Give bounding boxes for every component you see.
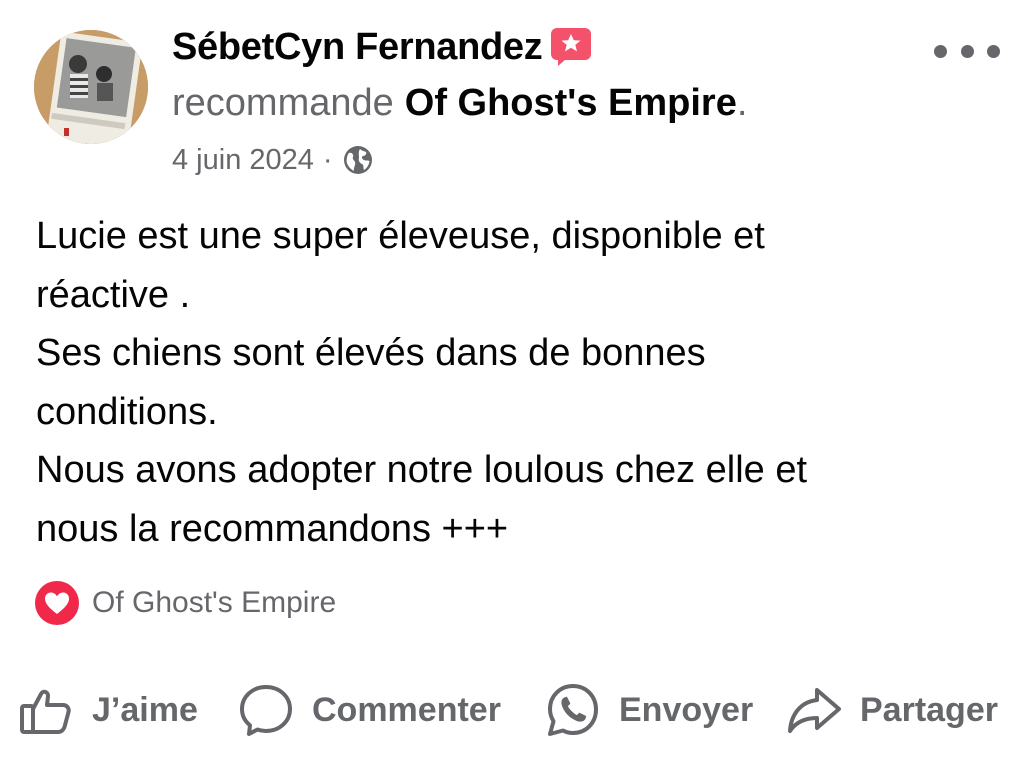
like-label: J’aime xyxy=(92,690,198,729)
post-text-line: réactive . xyxy=(36,273,191,316)
comment-label: Commenter xyxy=(312,690,501,729)
post-meta: 4 juin 2024 · xyxy=(172,140,374,180)
thumbs-up-icon xyxy=(18,682,74,738)
send-button[interactable]: Envoyer xyxy=(545,680,753,740)
post-date[interactable]: 4 juin 2024 xyxy=(172,144,314,177)
share-label: Partager xyxy=(860,690,998,729)
recommended-page-link[interactable]: Of Ghost's Empire xyxy=(405,82,737,125)
heart-icon xyxy=(34,580,80,626)
recommend-verb: recommande xyxy=(172,81,394,124)
comment-button[interactable]: Commenter xyxy=(238,680,501,740)
more-dot-icon xyxy=(987,44,1000,58)
reaction-summary[interactable]: Of Ghost's Empire xyxy=(34,580,336,626)
post-text-line: nous la recommandons +++ xyxy=(36,507,509,550)
post-text-line: Ses chiens sont élevés dans de bonnes xyxy=(36,332,706,374)
meta-separator: · xyxy=(322,143,333,176)
share-arrow-icon xyxy=(786,682,842,738)
more-dot-icon xyxy=(934,44,947,58)
globe-icon xyxy=(342,144,374,176)
recommendation-line: recommande Of Ghost's Empire . xyxy=(172,80,747,126)
recommend-period: . xyxy=(736,81,748,124)
send-label: Envoyer xyxy=(619,690,754,729)
whatsapp-icon xyxy=(545,682,601,738)
author-avatar[interactable] xyxy=(34,30,148,144)
more-dot-icon xyxy=(960,44,974,58)
more-options-button[interactable] xyxy=(934,34,1000,68)
like-button[interactable]: J’aime xyxy=(18,680,198,740)
share-button[interactable]: Partager xyxy=(786,680,998,740)
author-line: SébetCyn Fernandez xyxy=(172,24,592,70)
author-name[interactable]: SébetCyn Fernandez xyxy=(172,26,543,69)
post-text-line: Nous avons adopter notre loulous chez el… xyxy=(36,449,808,491)
comment-bubble-icon xyxy=(238,682,294,738)
avatar-photo xyxy=(34,30,148,144)
post-text-line: conditions. xyxy=(36,390,218,433)
reaction-label: Of Ghost's Empire xyxy=(92,586,337,619)
post-text: Lucie est une super éleveuse, disponible… xyxy=(36,207,996,558)
recommendation-badge-icon xyxy=(550,27,592,67)
post-text-line: Lucie est une super éleveuse, disponible… xyxy=(36,215,765,257)
